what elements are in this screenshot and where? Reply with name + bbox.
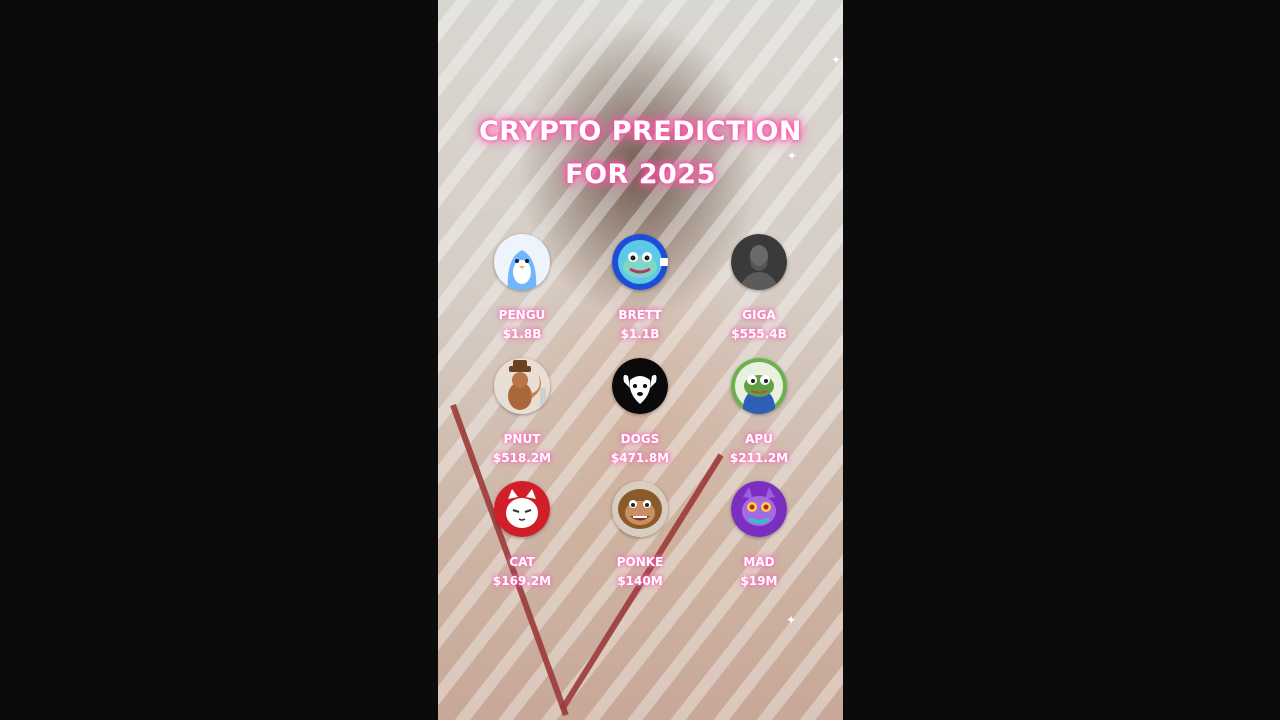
coin-name: PNUT [503,432,541,446]
monkey-icon [612,481,668,537]
brett-frog-icon [612,234,668,290]
coin-tile-giga: GIGA $555.4B [704,234,814,344]
video-frame: ✦ ✦ ✦ CRYPTO PREDICTION FOR 2025 PENGU $… [438,0,843,720]
coin-market-cap: $555.4B [731,327,787,341]
coin-tile-ponke: PONKE $140M [585,481,695,591]
cat-icon [494,481,550,537]
frog-icon [731,358,787,414]
squirrel-icon [494,358,550,414]
coin-tile-pnut: PNUT $518.2M [467,358,577,468]
coin-name: PONKE [616,555,664,569]
coin-tile-cat: CAT $169.2M [467,481,577,591]
gigachad-icon [731,234,787,290]
coin-tile-brett: BRETT $1.1B [585,234,695,344]
coin-market-cap: $471.8M [610,451,670,465]
coin-name: PENGU [498,308,546,322]
coin-market-cap: $1.1B [620,327,660,341]
penguin-icon [494,234,550,290]
coin-name: GIGA [742,308,776,322]
page-title: CRYPTO PREDICTION FOR 2025 [438,110,843,196]
dog-icon [612,358,668,414]
coin-market-cap: $518.2M [492,451,552,465]
coin-name: CAT [509,555,535,569]
coin-tile-pengu: PENGU $1.8B [467,234,577,344]
coin-market-cap: $19M [740,574,778,588]
coin-name: BRETT [618,308,662,322]
coin-market-cap: $211.2M [729,451,789,465]
coin-tile-mad: MAD $19M [704,481,814,591]
purple-creature-icon [731,481,787,537]
coin-market-cap: $169.2M [492,574,552,588]
coin-tile-apu: APU $211.2M [704,358,814,468]
title-line-2: FOR 2025 [565,159,716,190]
coin-market-cap: $140M [617,574,663,588]
coin-market-cap: $1.8B [502,327,542,341]
coin-tile-dogs: DOGS $471.8M [585,358,695,468]
coin-name: DOGS [620,432,660,446]
coin-name: APU [745,432,773,446]
coin-name: MAD [743,555,775,569]
title-line-1: CRYPTO PREDICTION [478,116,803,147]
sparkle-icon: ✦ [786,613,797,627]
sparkle-icon: ✦ [831,53,842,67]
